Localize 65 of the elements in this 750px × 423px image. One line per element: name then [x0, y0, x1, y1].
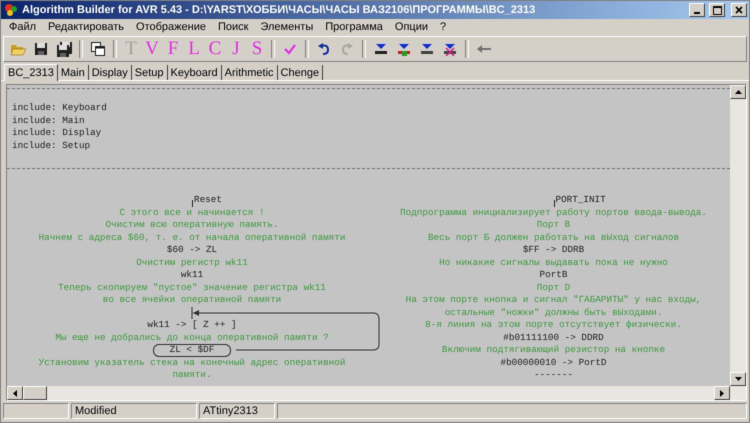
- scroll-right-button[interactable]: [714, 386, 730, 400]
- include-line: include: Main: [12, 114, 86, 127]
- flow-comment: Очистим регистр wk11: [136, 256, 248, 269]
- app-icon: [4, 3, 18, 17]
- minimize-button[interactable]: [689, 3, 705, 17]
- flow-code: wk11: [180, 269, 204, 282]
- menu-item[interactable]: Файл: [3, 21, 42, 33]
- flow-comment: Начнем с адреса $60, т. е. от начала оперативной памяти: [38, 232, 346, 244]
- maximize-button[interactable]: [709, 3, 725, 17]
- maximize-icon: [712, 6, 722, 14]
- scroll-up-button[interactable]: [730, 85, 746, 99]
- flow-code: $60 -> ZL: [166, 244, 218, 256]
- include-line: include: Keyboard: [12, 102, 108, 114]
- flow-comment: во все ячейки оперативной памяти: [102, 294, 282, 306]
- flow-comment: На этом порте кнопка и сигнал "ГАБАРИТЫ" у нас входы,: [406, 294, 702, 306]
- up-arrow-icon: [734, 90, 742, 94]
- menu-item[interactable]: Элементы: [254, 21, 320, 33]
- menu-item[interactable]: Редактировать: [42, 21, 130, 33]
- status-panel: [3, 403, 69, 419]
- flow-comment: остальные "ножки" должны быть вЫходами.: [444, 306, 662, 319]
- flow-comment: Порт B: [536, 219, 570, 232]
- flow-comment: Но никакие сигналы выдавать пока не нужно: [439, 256, 668, 269]
- flow-code: -------: [534, 369, 574, 382]
- flow-comment: Теперь скопируем "пустое" значение регистра wk11: [58, 282, 326, 294]
- status-device: ATtiny2313: [199, 403, 275, 419]
- flow-code: $FF -> DDRB: [522, 244, 584, 256]
- menu-item[interactable]: Отображение: [130, 21, 212, 33]
- include-line: include: Setup: [12, 140, 92, 152]
- flow-code: wk11 -> [ Z ++ ]: [147, 319, 237, 332]
- flow-comment: памяти.: [172, 369, 212, 382]
- tab[interactable]: BC_2313: [4, 64, 58, 81]
- horizontal-scrollbar[interactable]: [7, 386, 746, 400]
- flow-comment: Очистим всю оперативную память.: [106, 219, 278, 232]
- scroll-thumb[interactable]: [23, 386, 47, 400]
- flow-code: #b00000010 -> PortD: [500, 356, 606, 369]
- menu-item[interactable]: Поиск: [212, 21, 254, 33]
- tab[interactable]: Arithmetic: [222, 65, 278, 80]
- scroll-down-button[interactable]: [730, 372, 746, 386]
- right-arrow-icon: [720, 390, 724, 396]
- status-state: Modified: [71, 403, 197, 419]
- flow-label: PORT_INIT: [556, 194, 606, 206]
- flow-comment: Весь порт Б должен работать на вЫход сигналов: [428, 232, 680, 244]
- left-arrow-icon: [13, 390, 17, 396]
- label-marker: [192, 200, 193, 206]
- vertical-scrollbar[interactable]: [730, 85, 746, 386]
- close-button[interactable]: [731, 3, 747, 17]
- down-arrow-icon: [734, 377, 742, 381]
- flow-code: PortB: [540, 269, 568, 282]
- flow-label: Reset: [194, 194, 222, 206]
- window-title: Algorithm Builder for AVR 5.43 - D:\YARST\ХОББИ\ЧАСЫ\ЧАСЫ ВАЗ2106\ПРОГРАММЫ\BC_2313: [22, 4, 536, 16]
- menu-item[interactable]: Программа: [319, 21, 389, 33]
- flow-comment: С этого все и начинается !: [119, 206, 265, 219]
- flow-comment: Порт D: [536, 282, 570, 294]
- flow-comment: Подпрограмма инициализирует работу портов ввода-вывода.: [400, 206, 707, 219]
- flow-comment: Включим подтягивающий резистор на кнопке: [442, 344, 666, 356]
- flow-comment: 8-я линия на этом порте отсутствует физически.: [425, 319, 682, 332]
- scroll-left-button[interactable]: [7, 386, 23, 400]
- close-icon: [735, 6, 743, 14]
- menu-item[interactable]: ?: [434, 21, 452, 33]
- flow-comment: Установим указатель стека на конечный адрес оперативной: [38, 356, 346, 369]
- include-line: include: Display: [12, 127, 102, 140]
- flow-comment: Мы еще не добрались до конца оперативной памяти ?: [55, 332, 329, 344]
- menu-item[interactable]: Опции: [388, 21, 434, 33]
- condition-block: ZL < $DF: [152, 344, 232, 356]
- flow-code: #b01111100 -> DDRD: [503, 332, 604, 344]
